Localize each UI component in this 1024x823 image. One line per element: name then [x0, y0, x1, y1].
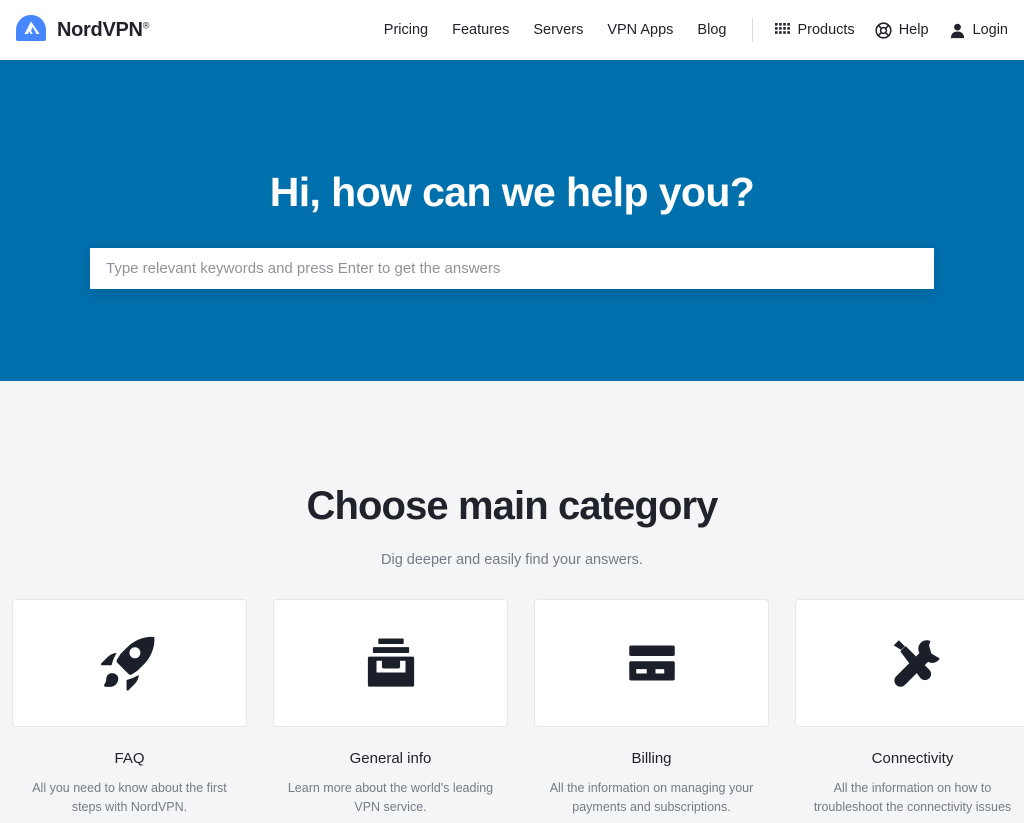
nordvpn-mountain-icon — [14, 13, 48, 47]
brand-name: NordVPN® — [57, 18, 150, 41]
rocket-icon — [99, 632, 161, 694]
nav-products-label: Products — [797, 22, 855, 38]
search-container — [90, 248, 934, 289]
brand-logo-link[interactable]: NordVPN® — [14, 13, 149, 47]
category-card-faq[interactable] — [12, 599, 247, 727]
category-title-faq: FAQ — [114, 750, 145, 767]
category-item-general-info: General info Learn more about the world'… — [273, 599, 508, 818]
tools-icon — [883, 633, 943, 693]
categories-section: Choose main category Dig deeper and easi… — [0, 381, 1024, 818]
category-card-row: FAQ All you need to know about the first… — [0, 599, 1024, 818]
hero-title: Hi, how can we help you? — [269, 169, 755, 215]
nav-item-features[interactable]: Features — [440, 0, 521, 60]
page-title: Choose main category — [306, 484, 718, 528]
nav-item-vpn-apps[interactable]: VPN Apps — [595, 0, 685, 60]
nav-help-label: Help — [898, 22, 929, 38]
category-title-connectivity: Connectivity — [871, 750, 954, 767]
category-item-billing: Billing All the information on managing … — [534, 599, 769, 818]
category-item-faq: FAQ All you need to know about the first… — [12, 599, 247, 818]
nav-divider — [752, 18, 754, 42]
category-description-billing: All the information on managing your pay… — [549, 781, 754, 815]
category-title-billing: Billing — [631, 750, 672, 767]
nav-login-label: Login — [972, 22, 1008, 38]
category-description-connectivity: All the information on how to troublesho… — [813, 781, 1012, 815]
nav-item-products[interactable]: Products — [765, 22, 864, 38]
site-header: NordVPN® Pricing Features Servers VPN Ap… — [0, 0, 1024, 60]
category-card-billing[interactable] — [534, 599, 769, 727]
nav-item-login[interactable]: Login — [939, 22, 1008, 39]
category-card-connectivity[interactable] — [795, 599, 1024, 727]
search-input[interactable] — [90, 248, 934, 289]
hero-section: Hi, how can we help you? — [0, 60, 1024, 381]
page-subtitle: Dig deeper and easily find your answers. — [381, 552, 643, 568]
user-icon — [949, 22, 966, 39]
category-item-connectivity: Connectivity All the information on how … — [795, 599, 1024, 818]
grid-dots-icon — [775, 22, 791, 38]
lifebuoy-icon — [875, 21, 892, 39]
nav-item-help[interactable]: Help — [865, 21, 939, 39]
nav-item-pricing[interactable]: Pricing — [372, 0, 440, 60]
category-description-general-info: Learn more about the world's leading VPN… — [287, 781, 494, 815]
category-card-general-info[interactable] — [273, 599, 508, 727]
nav-item-servers[interactable]: Servers — [521, 0, 595, 60]
nav-item-blog[interactable]: Blog — [685, 0, 738, 60]
credit-card-icon — [624, 635, 680, 691]
category-title-general-info: General info — [349, 750, 432, 767]
category-description-faq: All you need to know about the first ste… — [32, 781, 227, 815]
registered-mark: ® — [142, 19, 150, 30]
archive-box-icon — [362, 634, 420, 692]
main-navigation: Pricing Features Servers VPN Apps Blog P… — [372, 0, 1008, 60]
